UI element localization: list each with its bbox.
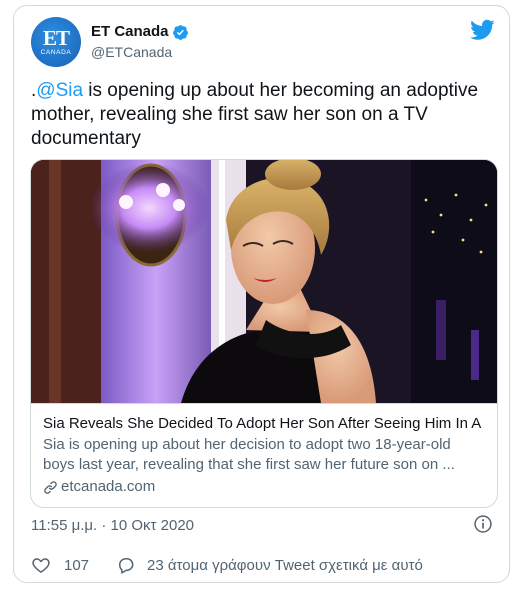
mention-link[interactable]: @Sia [36, 80, 83, 101]
avatar-logo-text: ET [42, 26, 70, 50]
reply-bubble-icon[interactable] [116, 555, 136, 575]
avatar-logo-subtext: CANADA [40, 49, 72, 56]
link-preview-description: Sia is opening up about her decision to … [43, 436, 455, 473]
twitter-bird-icon[interactable] [470, 17, 495, 42]
tweet-timestamp[interactable]: 11:55 μ.μ. · 10 Οκτ 2020 [31, 517, 194, 534]
info-icon[interactable] [473, 514, 493, 534]
link-preview-title[interactable]: Sia Reveals She Decided To Adopt Her Son… [43, 414, 485, 434]
link-icon [44, 480, 57, 494]
author-names: ET Canada @ETCanada [91, 23, 189, 61]
avatar[interactable]: ET CANADA [31, 17, 81, 67]
link-domain-text[interactable]: etcanada.com [61, 477, 155, 497]
photo-illustration [31, 160, 497, 403]
author-handle[interactable]: @ETCanada [91, 43, 189, 61]
tweet-text: .@Sia is opening up about her becoming a… [31, 79, 501, 151]
reply-action[interactable]: 23 άτομα γράφουν Tweet σχετικά με αυτό [116, 555, 423, 575]
tweet-actions: 107 23 άτομα γράφουν Tweet σχετικά με αυ… [31, 555, 423, 575]
reply-count-text[interactable]: 23 άτομα γράφουν Tweet σχετικά με αυτό [147, 557, 423, 574]
link-preview-image[interactable] [31, 160, 497, 403]
verified-badge-icon [172, 24, 188, 40]
author-display-name[interactable]: ET Canada [91, 23, 189, 41]
like-action[interactable]: 107 [31, 555, 89, 575]
tweet-header: ET CANADA ET Canada @ETCanada [31, 17, 495, 69]
author-name-text[interactable]: ET Canada [91, 23, 169, 41]
link-preview-card[interactable]: Sia Reveals She Decided To Adopt Her Son… [30, 159, 498, 508]
like-count[interactable]: 107 [64, 557, 89, 574]
link-preview-domain[interactable]: etcanada.com [43, 477, 485, 497]
tweet-text-body: is opening up about her becoming an adop… [31, 80, 479, 149]
tweet-card: ET CANADA ET Canada @ETCanada .@Sia is o… [13, 5, 510, 583]
link-preview-meta: Sia Reveals She Decided To Adopt Her Son… [31, 403, 497, 497]
heart-icon[interactable] [31, 555, 51, 575]
